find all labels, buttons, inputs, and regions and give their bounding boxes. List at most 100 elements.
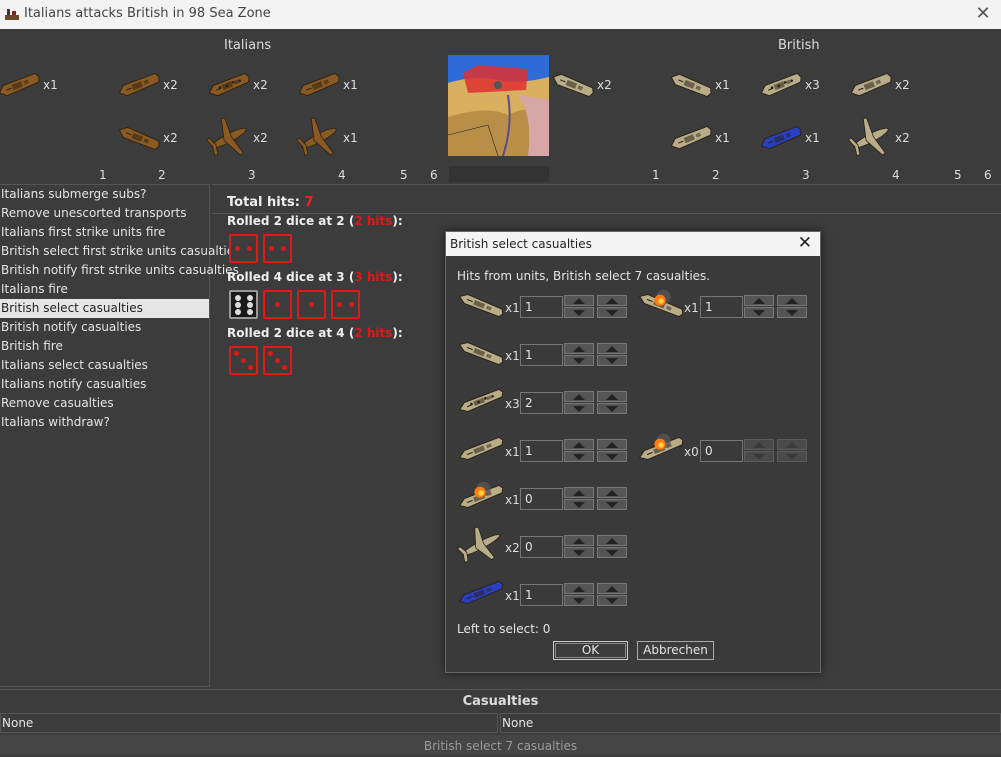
casualty-input[interactable] (520, 296, 563, 318)
battle-step-item[interactable]: British select first strike units casual… (0, 242, 240, 261)
status-bar: British select 7 casualties (0, 735, 1001, 755)
increment-button[interactable] (564, 343, 594, 354)
spinner[interactable] (564, 391, 594, 415)
decrement-button[interactable] (564, 499, 594, 510)
spinner[interactable] (597, 487, 627, 511)
decrement-button[interactable] (564, 547, 594, 558)
damaged-casualty-input[interactable] (700, 296, 743, 318)
dice-column-label: 6 (984, 168, 992, 182)
casualty-input[interactable] (520, 440, 563, 462)
spinner[interactable] (597, 391, 627, 415)
roll-summary: Rolled 4 dice at 3 (3 hits): (227, 270, 403, 284)
unit-carrier: x2 (206, 62, 296, 112)
battle-step-item[interactable]: Italians withdraw? (0, 413, 209, 432)
decrement-button[interactable] (777, 451, 807, 462)
dice-column-label: 5 (954, 168, 962, 182)
spinner[interactable] (564, 343, 594, 367)
decrement-button[interactable] (597, 547, 627, 558)
damaged-casualty-input[interactable] (700, 440, 743, 462)
increment-button[interactable] (777, 439, 807, 450)
battle-step-item[interactable]: British select casualties (0, 299, 209, 318)
increment-button[interactable] (597, 343, 627, 354)
battle-step-item[interactable]: Remove casualties (0, 394, 209, 413)
decrement-button[interactable] (564, 307, 594, 318)
dice-column-label: 2 (712, 168, 720, 182)
increment-button[interactable] (597, 391, 627, 402)
cancel-button[interactable]: Abbrechen (637, 641, 714, 660)
unit-submarine: x1 (758, 115, 848, 165)
increment-button[interactable] (564, 487, 594, 498)
casualty-input[interactable] (520, 488, 563, 510)
spinner[interactable] (597, 295, 627, 319)
window-close-button[interactable]: ✕ (971, 2, 995, 26)
dialog-close-button[interactable]: ✕ (798, 233, 812, 253)
unit-battleship: x2 (848, 62, 938, 112)
dialog-title: British select casualties (450, 237, 592, 251)
dice-column-label: 4 (892, 168, 900, 182)
decrement-button[interactable] (564, 451, 594, 462)
battle-step-item[interactable]: Italians select casualties (0, 356, 209, 375)
decrement-button[interactable] (564, 595, 594, 606)
spinner[interactable] (777, 295, 807, 319)
decrement-button[interactable] (777, 307, 807, 318)
increment-button[interactable] (597, 295, 627, 306)
spinner[interactable] (564, 535, 594, 559)
increment-button[interactable] (564, 391, 594, 402)
dice-column-label: 1 (99, 168, 107, 182)
spinner[interactable] (564, 583, 594, 607)
increment-button[interactable] (597, 583, 627, 594)
spinner[interactable] (564, 295, 594, 319)
decrement-button[interactable] (744, 307, 774, 318)
increment-button[interactable] (744, 439, 774, 450)
spinner[interactable] (744, 439, 774, 463)
unit-count: x2 (163, 78, 178, 92)
increment-button[interactable] (744, 295, 774, 306)
battle-step-item[interactable]: British fire (0, 337, 209, 356)
spinner[interactable] (597, 535, 627, 559)
damaged-transport-icon (636, 285, 686, 325)
decrement-button[interactable] (597, 499, 627, 510)
battle-step-item[interactable]: Remove unescorted transports (0, 204, 209, 223)
decrement-button[interactable] (597, 355, 627, 366)
unit-destroyer: x1 (668, 62, 758, 112)
decrement-button[interactable] (597, 307, 627, 318)
spinner[interactable] (564, 439, 594, 463)
increment-button[interactable] (564, 439, 594, 450)
spinner[interactable] (777, 439, 807, 463)
spinner[interactable] (597, 583, 627, 607)
increment-button[interactable] (564, 535, 594, 546)
casualty-input[interactable] (520, 584, 563, 606)
map-strip (449, 166, 549, 182)
unit-count: x2 (895, 131, 910, 145)
battle-step-item[interactable]: British notify casualties (0, 318, 209, 337)
increment-button[interactable] (564, 583, 594, 594)
battle-step-item[interactable]: Italians notify casualties (0, 375, 209, 394)
casualty-input[interactable] (520, 536, 563, 558)
decrement-button[interactable] (744, 451, 774, 462)
battle-step-item[interactable]: Italians submerge subs? (0, 185, 209, 204)
spinner[interactable] (564, 487, 594, 511)
unit-battleship: x1 (0, 62, 86, 112)
decrement-button[interactable] (597, 403, 627, 414)
battle-step-item[interactable]: British notify first strike units casual… (0, 261, 239, 280)
casualty-input[interactable] (520, 392, 563, 414)
increment-button[interactable] (777, 295, 807, 306)
total-hits-value: 7 (304, 195, 314, 210)
battle-step-item[interactable]: Italians first strike units fire (0, 223, 209, 242)
increment-button[interactable] (597, 439, 627, 450)
decrement-button[interactable] (597, 451, 627, 462)
decrement-button[interactable] (597, 595, 627, 606)
increment-button[interactable] (564, 295, 594, 306)
spinner[interactable] (597, 343, 627, 367)
dice-column-label: 3 (248, 168, 256, 182)
increment-button[interactable] (597, 487, 627, 498)
battle-step-item[interactable]: Italians fire (0, 280, 209, 299)
increment-button[interactable] (597, 535, 627, 546)
spinner[interactable] (597, 439, 627, 463)
decrement-button[interactable] (564, 403, 594, 414)
casualty-input[interactable] (520, 344, 563, 366)
ok-button[interactable]: OK (553, 641, 628, 660)
spinner[interactable] (744, 295, 774, 319)
decrement-button[interactable] (564, 355, 594, 366)
casualty-count: x1 (505, 589, 520, 603)
